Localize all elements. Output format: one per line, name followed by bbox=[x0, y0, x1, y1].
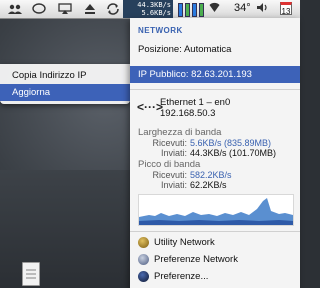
calendar-icon[interactable]: 13 bbox=[280, 2, 292, 16]
peak-sent-value: 62.2KB/s bbox=[190, 180, 227, 190]
wifi-icon[interactable] bbox=[209, 2, 220, 16]
network-preferences-item[interactable]: Preferenze Network bbox=[138, 254, 238, 265]
network-menu: NETWORK Posizione: Automatica IP Pubblic… bbox=[130, 18, 300, 288]
peak-title: Picco di banda bbox=[138, 159, 201, 170]
menu-header: NETWORK bbox=[138, 26, 183, 35]
received-value: 5.6KB/s (835.89MB) bbox=[190, 138, 272, 148]
network-speed-meter[interactable]: 44.3KB/s 5.6KB/s bbox=[123, 0, 173, 18]
copy-ip-item[interactable]: Copia Indirizzo IP bbox=[0, 67, 130, 84]
peak-received-value: 582.2KB/s bbox=[190, 170, 232, 180]
cpu-bar bbox=[178, 3, 183, 17]
volume-icon[interactable] bbox=[256, 2, 269, 16]
preferences-item[interactable]: Preferenze... bbox=[138, 271, 208, 282]
upload-speed: 44.3KB/s bbox=[137, 1, 171, 9]
update-item[interactable]: Aggiorna bbox=[0, 84, 130, 101]
airplay-icon[interactable] bbox=[58, 0, 72, 18]
separator bbox=[130, 89, 300, 90]
bandwidth-title: Larghezza di banda bbox=[138, 127, 222, 138]
cpu-bar bbox=[199, 3, 204, 17]
network-utility-icon bbox=[138, 237, 149, 248]
received-label: Ricevuti: bbox=[152, 138, 187, 148]
app-icon bbox=[138, 271, 149, 282]
separator bbox=[130, 231, 300, 232]
sent-value: 44.3KB/s (101.70MB) bbox=[190, 148, 277, 158]
desktop-shade bbox=[0, 170, 130, 288]
interface-ip: 192.168.50.3 bbox=[160, 108, 216, 119]
ip-submenu: Copia Indirizzo IP Aggiorna bbox=[0, 64, 130, 104]
public-ip-item[interactable]: IP Pubblico: 82.63.201.193 bbox=[130, 66, 300, 83]
preferences-label: Preferenze... bbox=[154, 271, 209, 282]
speech-bubble-icon[interactable] bbox=[32, 0, 46, 18]
peak-received-label: Ricevuti: bbox=[152, 170, 187, 180]
cpu-bar bbox=[192, 3, 197, 17]
sync-icon[interactable] bbox=[106, 0, 120, 18]
eject-icon[interactable] bbox=[84, 0, 96, 18]
bandwidth-graph-svg bbox=[139, 198, 293, 225]
download-speed: 5.6KB/s bbox=[141, 9, 171, 17]
document-icon[interactable] bbox=[22, 262, 40, 286]
globe-icon bbox=[138, 254, 149, 265]
cpu-bar bbox=[185, 3, 190, 17]
utility-network-label: Utility Network bbox=[154, 237, 215, 248]
interface-name: Ethernet 1 – en0 bbox=[160, 97, 231, 108]
menu-bar: 44.3KB/s 5.6KB/s 34° 13 bbox=[0, 0, 300, 19]
network-preferences-label: Preferenze Network bbox=[154, 254, 238, 265]
temperature-label[interactable]: 34° bbox=[234, 2, 251, 14]
peak-sent-label: Inviati: bbox=[160, 180, 187, 190]
people-icon[interactable] bbox=[8, 0, 22, 18]
bandwidth-graph bbox=[138, 194, 294, 226]
cpu-bars[interactable] bbox=[178, 3, 204, 17]
sent-label: Inviati: bbox=[160, 148, 187, 158]
location-item[interactable]: Posizione: Automatica bbox=[138, 44, 231, 55]
utility-network-item[interactable]: Utility Network bbox=[138, 237, 215, 248]
